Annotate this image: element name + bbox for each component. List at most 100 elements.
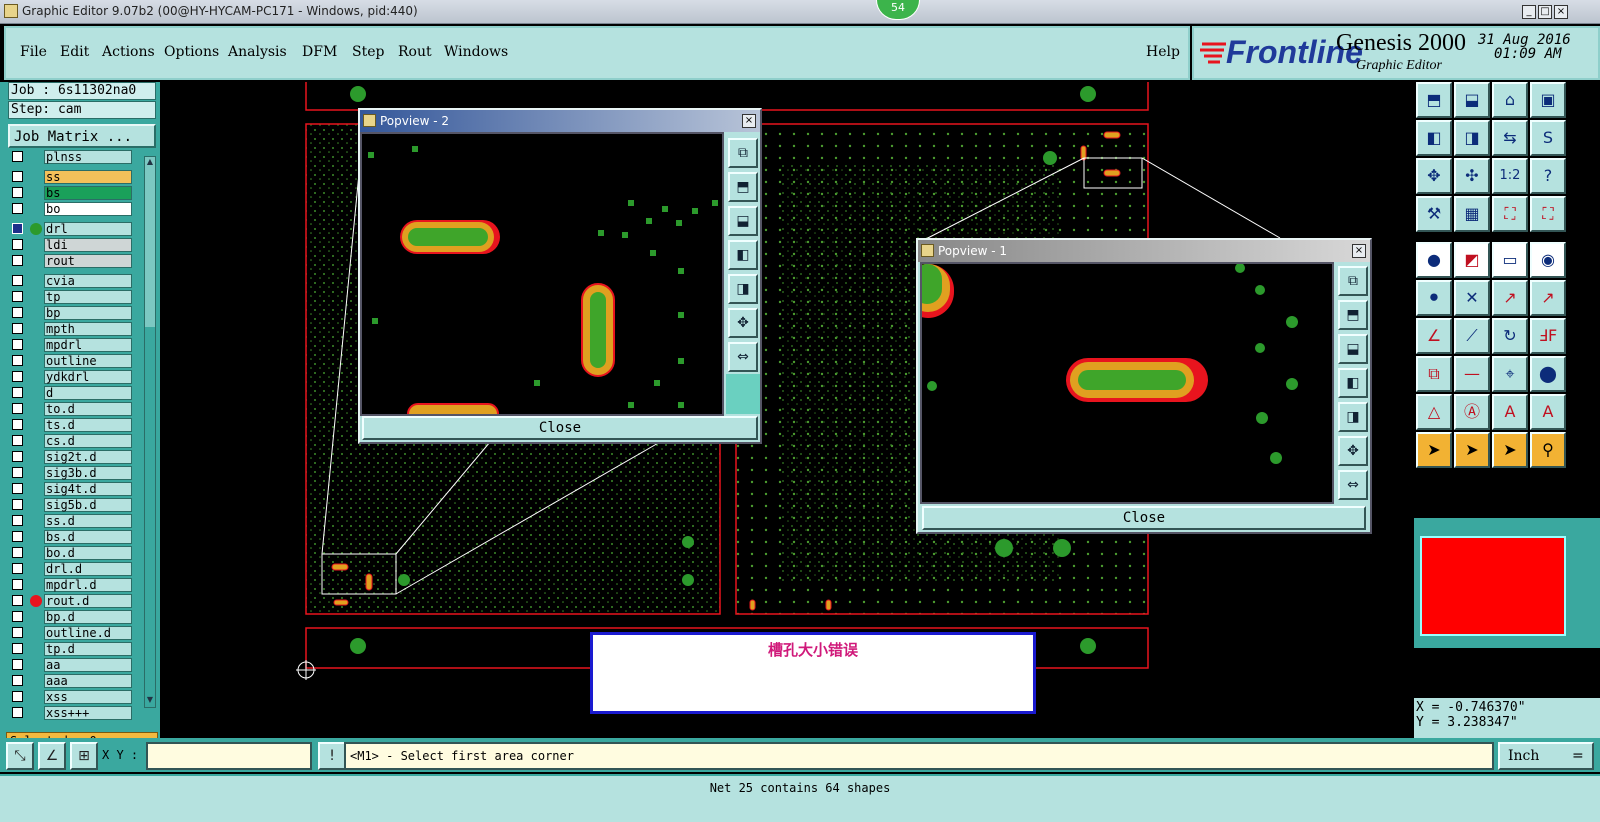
popview-2-pan-down-icon[interactable]: ⬓ xyxy=(728,206,758,236)
layer-checkbox[interactable] xyxy=(12,467,23,478)
popview-2-zoom-out-icon[interactable]: ⇔ xyxy=(728,342,758,372)
layer-row[interactable]: xss xyxy=(8,690,132,704)
layer-checkbox[interactable] xyxy=(12,611,23,622)
add-line-icon[interactable]: ◩ xyxy=(1454,242,1490,278)
menu-actions[interactable]: Actions xyxy=(102,44,155,60)
pan-right-icon[interactable]: ◨ xyxy=(1454,120,1490,156)
query-icon[interactable]: ? xyxy=(1530,158,1566,194)
layer-checkbox[interactable] xyxy=(12,627,23,638)
layer-name[interactable]: bs.d xyxy=(44,530,132,544)
layer-name[interactable]: ydkdrl xyxy=(44,370,132,384)
layer-checkbox[interactable] xyxy=(12,255,23,266)
triangle-icon[interactable]: △ xyxy=(1416,394,1452,430)
angle-icon[interactable]: ∠ xyxy=(1416,318,1452,354)
layer-checkbox[interactable] xyxy=(12,563,23,574)
layer-checkbox[interactable] xyxy=(12,239,23,250)
layer-checkbox[interactable] xyxy=(12,387,23,398)
layer-row[interactable]: sig5b.d xyxy=(8,498,132,512)
layer-row[interactable]: drl.d xyxy=(8,562,132,576)
line-icon[interactable]: — xyxy=(1454,356,1490,392)
units-select[interactable]: Inch = xyxy=(1498,742,1594,770)
layer-checkbox[interactable] xyxy=(12,339,23,350)
net-connect-icon[interactable]: ⛶ xyxy=(1530,196,1566,232)
zoom-1to2-icon[interactable]: 1:2 xyxy=(1492,158,1528,194)
swap-icon[interactable]: ⇆ xyxy=(1492,120,1528,156)
layer-name[interactable]: xss xyxy=(44,690,132,704)
popview-1-titlebar[interactable]: Popview - 1 × xyxy=(918,240,1370,262)
layer-checkbox[interactable] xyxy=(12,307,23,318)
mirror-icon[interactable]: ℲF xyxy=(1530,318,1566,354)
layer-name[interactable]: sig4t.d xyxy=(44,482,132,496)
popview-1-close-button[interactable]: Close xyxy=(922,506,1366,530)
connect-nodes-icon[interactable]: ⚫ xyxy=(1416,280,1452,316)
layer-name[interactable]: ss xyxy=(44,170,132,184)
scroll-down-icon[interactable]: ▼ xyxy=(146,695,154,705)
layer-checkbox[interactable] xyxy=(12,643,23,654)
layer-checkbox[interactable] xyxy=(12,483,23,494)
home-icon[interactable]: ⌂ xyxy=(1492,82,1528,118)
minimize-button[interactable]: _ xyxy=(1522,5,1536,19)
layer-row[interactable]: ss xyxy=(8,170,132,184)
layer-row[interactable]: ts.d xyxy=(8,418,132,432)
layer-name[interactable]: plnss xyxy=(44,150,132,164)
layer-checkbox[interactable] xyxy=(12,223,23,234)
layer-checkbox[interactable] xyxy=(12,323,23,334)
layer-name[interactable]: mpth xyxy=(44,322,132,336)
layer-row[interactable]: sig2t.d xyxy=(8,450,132,464)
layer-row[interactable]: outline.d xyxy=(8,626,132,640)
net-select-icon[interactable]: ⛶ xyxy=(1492,196,1528,232)
layer-row[interactable]: mpdrl xyxy=(8,338,132,352)
snap-grid-icon[interactable]: ⊞ xyxy=(70,742,98,770)
arc-icon[interactable]: ↻ xyxy=(1492,318,1528,354)
layer-name[interactable]: tp.d xyxy=(44,642,132,656)
layer-name[interactable]: bo xyxy=(44,202,132,216)
layer-name[interactable]: ts.d xyxy=(44,418,132,432)
layer-row[interactable]: xss+++ xyxy=(8,706,132,720)
layer-row[interactable]: rout xyxy=(8,254,132,268)
popview-2-pan-right-icon[interactable]: ◨ xyxy=(728,274,758,304)
menu-options[interactable]: Options xyxy=(164,44,219,60)
layer-name[interactable]: outline.d xyxy=(44,626,132,640)
layer-checkbox[interactable] xyxy=(12,187,23,198)
layer-row[interactable]: drl xyxy=(8,222,132,236)
view-bottom-icon[interactable]: ⬓ xyxy=(1454,82,1490,118)
layer-name[interactable]: aa xyxy=(44,658,132,672)
layer-row[interactable]: aa xyxy=(8,658,132,672)
snap-angle-icon[interactable]: ∠ xyxy=(38,742,66,770)
layer-row[interactable]: ss.d xyxy=(8,514,132,528)
layer-checkbox[interactable] xyxy=(12,675,23,686)
layer-checkbox[interactable] xyxy=(12,691,23,702)
grid-icon[interactable]: ▦ xyxy=(1454,196,1490,232)
center-icon[interactable]: ⌖ xyxy=(1492,356,1528,392)
snap-corner-icon[interactable]: ⤡ xyxy=(6,742,34,770)
popview-1-pan-right-icon[interactable]: ◨ xyxy=(1338,402,1368,432)
scroll-up-icon[interactable]: ▲ xyxy=(146,157,154,167)
popview-1-pan-down-icon[interactable]: ⬓ xyxy=(1338,334,1368,364)
popview-2-close-button[interactable]: Close xyxy=(362,416,758,440)
popview-1-zoom-in-icon[interactable]: ✥ xyxy=(1338,436,1368,466)
ruler-icon[interactable]: ▭ xyxy=(1492,242,1528,278)
layer-name[interactable]: bo.d xyxy=(44,546,132,560)
layer-row[interactable]: tp xyxy=(8,290,132,304)
select-box-icon[interactable]: ➤ xyxy=(1454,432,1490,468)
layer-checkbox[interactable] xyxy=(12,515,23,526)
layer-name[interactable]: ss.d xyxy=(44,514,132,528)
job-matrix-button[interactable]: Job Matrix ... xyxy=(8,124,156,148)
layer-checkbox[interactable] xyxy=(12,291,23,302)
move-node-icon[interactable]: ↗ xyxy=(1492,280,1528,316)
layer-row[interactable]: bs xyxy=(8,186,132,200)
layer-row[interactable]: mpth xyxy=(8,322,132,336)
maximize-button[interactable]: □ xyxy=(1538,5,1552,19)
alert-icon[interactable]: ! xyxy=(318,742,346,770)
layer-name[interactable]: tp xyxy=(44,290,132,304)
layer-row[interactable]: mpdrl.d xyxy=(8,578,132,592)
slope-icon[interactable]: ⟋ xyxy=(1454,318,1490,354)
layer-checkbox[interactable] xyxy=(12,659,23,670)
popview-2-canvas[interactable] xyxy=(360,132,724,425)
select-net-icon[interactable]: ⚲ xyxy=(1530,432,1566,468)
group-icon[interactable]: ⬤ xyxy=(1530,356,1566,392)
layer-checkbox[interactable] xyxy=(12,275,23,286)
layer-checkbox[interactable] xyxy=(12,707,23,718)
layer-row[interactable]: d xyxy=(8,386,132,400)
layer-name[interactable]: outline xyxy=(44,354,132,368)
